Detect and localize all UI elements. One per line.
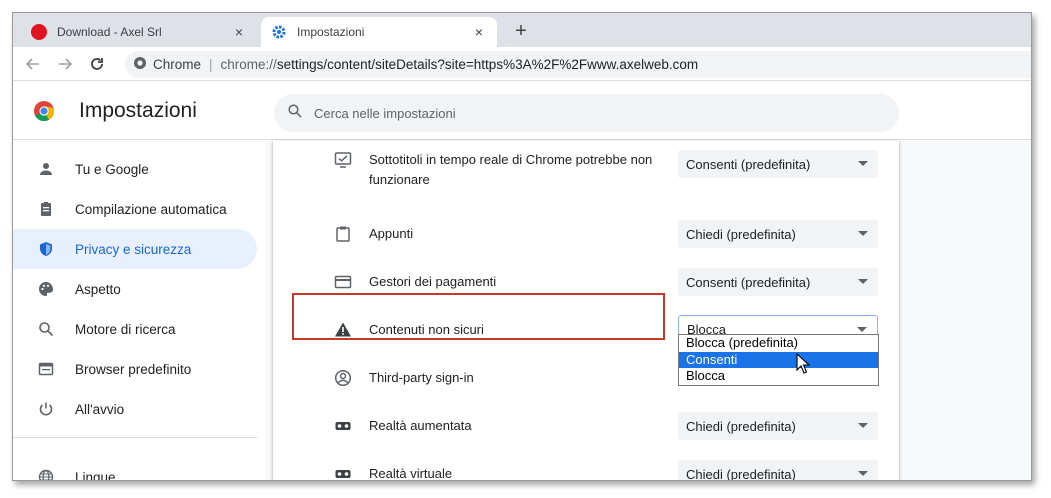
highlight-annotation bbox=[292, 293, 665, 340]
sidebar-item-compilazione-automatica[interactable]: Compilazione automatica bbox=[13, 189, 257, 229]
chevron-down-icon bbox=[858, 161, 868, 166]
url-scheme: chrome:// bbox=[220, 57, 277, 72]
select-value: Chiedi (predefinita) bbox=[686, 418, 796, 434]
gear-icon bbox=[271, 24, 287, 40]
dropdown-option-highlighted[interactable]: Consenti bbox=[679, 351, 878, 369]
power-icon bbox=[37, 400, 55, 418]
select-dropdown-list[interactable]: Blocca (predefinita) Consenti Blocca bbox=[678, 334, 879, 386]
sidebar-item-label: Compilazione automatica bbox=[75, 201, 227, 217]
chevron-down-icon bbox=[858, 471, 868, 476]
tab-label: Download - Axel Srl bbox=[57, 25, 162, 39]
close-icon[interactable]: × bbox=[231, 24, 247, 40]
permission-label: Appunti bbox=[369, 226, 414, 241]
permission-select[interactable]: Chiedi (predefinita) bbox=[678, 460, 878, 481]
permission-select[interactable]: Consenti (predefinita) bbox=[678, 150, 878, 178]
sidebar-item-label: Motore di ricerca bbox=[75, 321, 176, 337]
permission-label: Gestori dei pagamenti bbox=[369, 274, 497, 289]
back-arrow-icon[interactable] bbox=[21, 52, 45, 76]
shield-icon bbox=[37, 240, 55, 258]
chevron-down-icon bbox=[858, 423, 868, 428]
sidebar-item-label: Browser predefinito bbox=[75, 361, 192, 377]
permission-select[interactable]: Chiedi (predefinita) bbox=[678, 412, 878, 440]
credit-card-icon bbox=[333, 272, 353, 292]
mouse-cursor-icon bbox=[796, 352, 812, 375]
sidebar-item-motore-di-ricerca[interactable]: Motore di ricerca bbox=[13, 309, 257, 349]
page-title: Impostazioni bbox=[79, 99, 197, 122]
reload-icon[interactable] bbox=[85, 52, 109, 76]
tab-label: Impostazioni bbox=[297, 25, 365, 39]
sidebar-item-label: Tu e Google bbox=[75, 161, 149, 177]
address-chip: Chrome bbox=[153, 57, 202, 72]
account-circle-icon bbox=[333, 368, 353, 388]
permission-row-realta-aumentata: Realtà aumentata Chiedi (predefinita) bbox=[273, 408, 899, 444]
clipboard-paste-icon bbox=[333, 224, 353, 244]
sidebar: Tu e Google Compilazione automatica Priv… bbox=[13, 141, 265, 481]
permission-row-sottotitoli: Sottotitoli in tempo reale di Chrome pot… bbox=[273, 147, 899, 193]
sidebar-item-label: Aspetto bbox=[75, 281, 121, 297]
sidebar-divider bbox=[13, 437, 257, 438]
permission-select[interactable]: Consenti (predefinita) bbox=[678, 268, 878, 296]
permission-label: Sottotitoli in tempo reale di Chrome pot… bbox=[369, 152, 653, 187]
chrome-logo-icon bbox=[33, 100, 55, 122]
tab-strip: Download - Axel Srl × Impostazioni × + bbox=[13, 13, 1031, 47]
chevron-down-icon bbox=[858, 231, 868, 236]
tab-download[interactable]: Download - Axel Srl × bbox=[21, 17, 257, 47]
sidebar-item-lingue[interactable]: Lingue bbox=[13, 457, 257, 481]
address-separator: | bbox=[209, 57, 213, 72]
select-value: Consenti (predefinita) bbox=[686, 274, 811, 290]
close-icon[interactable]: × bbox=[471, 24, 487, 40]
sidebar-item-browser-predefinito[interactable]: Browser predefinito bbox=[13, 349, 257, 389]
address-url: chrome://settings/content/siteDetails?si… bbox=[221, 57, 699, 72]
chevron-down-icon bbox=[858, 279, 868, 284]
dropdown-option[interactable]: Blocca (predefinita) bbox=[679, 335, 878, 352]
vr-headset-icon bbox=[333, 464, 353, 480]
sidebar-item-tu-e-google[interactable]: Tu e Google bbox=[13, 149, 257, 189]
palette-icon bbox=[37, 280, 55, 298]
select-value: Consenti (predefinita) bbox=[686, 156, 811, 172]
person-icon bbox=[37, 160, 55, 178]
search-input[interactable] bbox=[314, 105, 814, 121]
forward-arrow-icon[interactable] bbox=[53, 52, 77, 76]
browser-icon bbox=[37, 360, 55, 378]
search-icon bbox=[37, 320, 55, 338]
dropdown-option[interactable]: Blocca bbox=[679, 368, 878, 385]
sidebar-item-aspetto[interactable]: Aspetto bbox=[13, 269, 257, 309]
new-tab-button[interactable]: + bbox=[509, 19, 533, 43]
vr-headset-icon bbox=[333, 416, 353, 436]
chevron-down-icon bbox=[857, 327, 867, 332]
site-favicon-icon bbox=[31, 24, 47, 40]
captions-icon bbox=[333, 150, 353, 170]
url-path: settings/content/siteDetails?site=https%… bbox=[276, 57, 699, 72]
permission-label: Realtà aumentata bbox=[369, 418, 472, 433]
permission-select[interactable]: Chiedi (predefinita) bbox=[678, 220, 878, 248]
browser-window: Download - Axel Srl × Impostazioni × + C… bbox=[12, 12, 1032, 481]
permission-label: Realtà virtuale bbox=[369, 466, 453, 481]
permission-row-appunti: Appunti Chiedi (predefinita) bbox=[273, 216, 899, 252]
search-icon bbox=[288, 103, 302, 123]
permission-label: Third-party sign-in bbox=[369, 370, 474, 385]
sidebar-item-all-avvio[interactable]: All'avvio bbox=[13, 389, 257, 429]
sidebar-item-label: All'avvio bbox=[75, 401, 125, 417]
address-bar[interactable]: Chrome | chrome://settings/content/siteD… bbox=[125, 51, 1031, 78]
toolbar: Chrome | chrome://settings/content/siteD… bbox=[13, 47, 1031, 81]
settings-search[interactable] bbox=[274, 94, 899, 132]
select-value: Chiedi (predefinita) bbox=[686, 226, 796, 242]
sidebar-item-privacy-e-sicurezza[interactable]: Privacy e sicurezza bbox=[13, 229, 257, 269]
sidebar-item-label: Privacy e sicurezza bbox=[75, 241, 192, 257]
permission-row-realta-virtuale: Realtà virtuale Chiedi (predefinita) bbox=[273, 456, 899, 481]
globe-icon bbox=[37, 468, 55, 480]
settings-header: Impostazioni bbox=[13, 82, 1031, 140]
sidebar-item-label: Lingue bbox=[75, 469, 116, 481]
select-value: Chiedi (predefinita) bbox=[686, 466, 796, 481]
tab-settings[interactable]: Impostazioni × bbox=[261, 17, 497, 47]
chrome-secure-icon bbox=[133, 56, 147, 73]
clipboard-icon bbox=[37, 200, 55, 218]
